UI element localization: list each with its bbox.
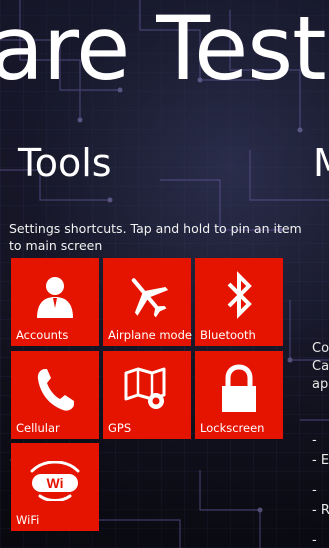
bluetooth-icon: [195, 268, 283, 324]
tile-label: WiFi: [16, 513, 40, 527]
tile-cellular[interactable]: Cellular: [11, 351, 99, 439]
map-pin-icon: [103, 361, 191, 417]
phone-screen: are Test Tools M Settings shortcuts. Tap…: [0, 0, 329, 548]
tile-accounts[interactable]: Accounts: [11, 258, 99, 346]
phone-icon: [11, 361, 99, 417]
next-column-line: -: [312, 433, 317, 448]
next-column-line: ap: [312, 377, 329, 392]
next-column-line: - E: [312, 453, 329, 468]
tile-airplane-mode[interactable]: Airplane mode: [103, 258, 192, 346]
tile-wifi[interactable]: Wi WiFi: [11, 443, 99, 531]
next-column-line: -: [312, 533, 317, 548]
tile-label: Bluetooth: [200, 328, 256, 342]
tile-label: GPS: [108, 421, 132, 435]
next-column-line: Co: [312, 341, 329, 356]
next-column-line: - R: [312, 503, 329, 518]
tile-label: Lockscreen: [200, 421, 265, 435]
next-column-line: Ca: [312, 359, 329, 374]
tile-label: Cellular: [16, 421, 60, 435]
tile-lockscreen[interactable]: Lockscreen: [195, 351, 283, 439]
airplane-icon: [103, 268, 191, 324]
tile-label: Airplane mode: [108, 328, 192, 342]
wifi-icon: Wi: [11, 453, 99, 509]
panorama-title: are Test: [0, 0, 327, 100]
section-description: Settings shortcuts. Tap and hold to pin …: [9, 221, 302, 253]
tile-label: Accounts: [16, 328, 69, 342]
svg-text:Wi: Wi: [47, 475, 64, 491]
lock-icon: [195, 361, 283, 417]
person-icon: [11, 268, 99, 324]
section-title-tools: Tools: [18, 141, 112, 185]
section-title-next-peek[interactable]: M: [313, 140, 329, 186]
next-column-line: -: [312, 483, 317, 498]
tile-bluetooth[interactable]: Bluetooth: [195, 258, 283, 346]
tile-gps[interactable]: GPS: [103, 351, 191, 439]
